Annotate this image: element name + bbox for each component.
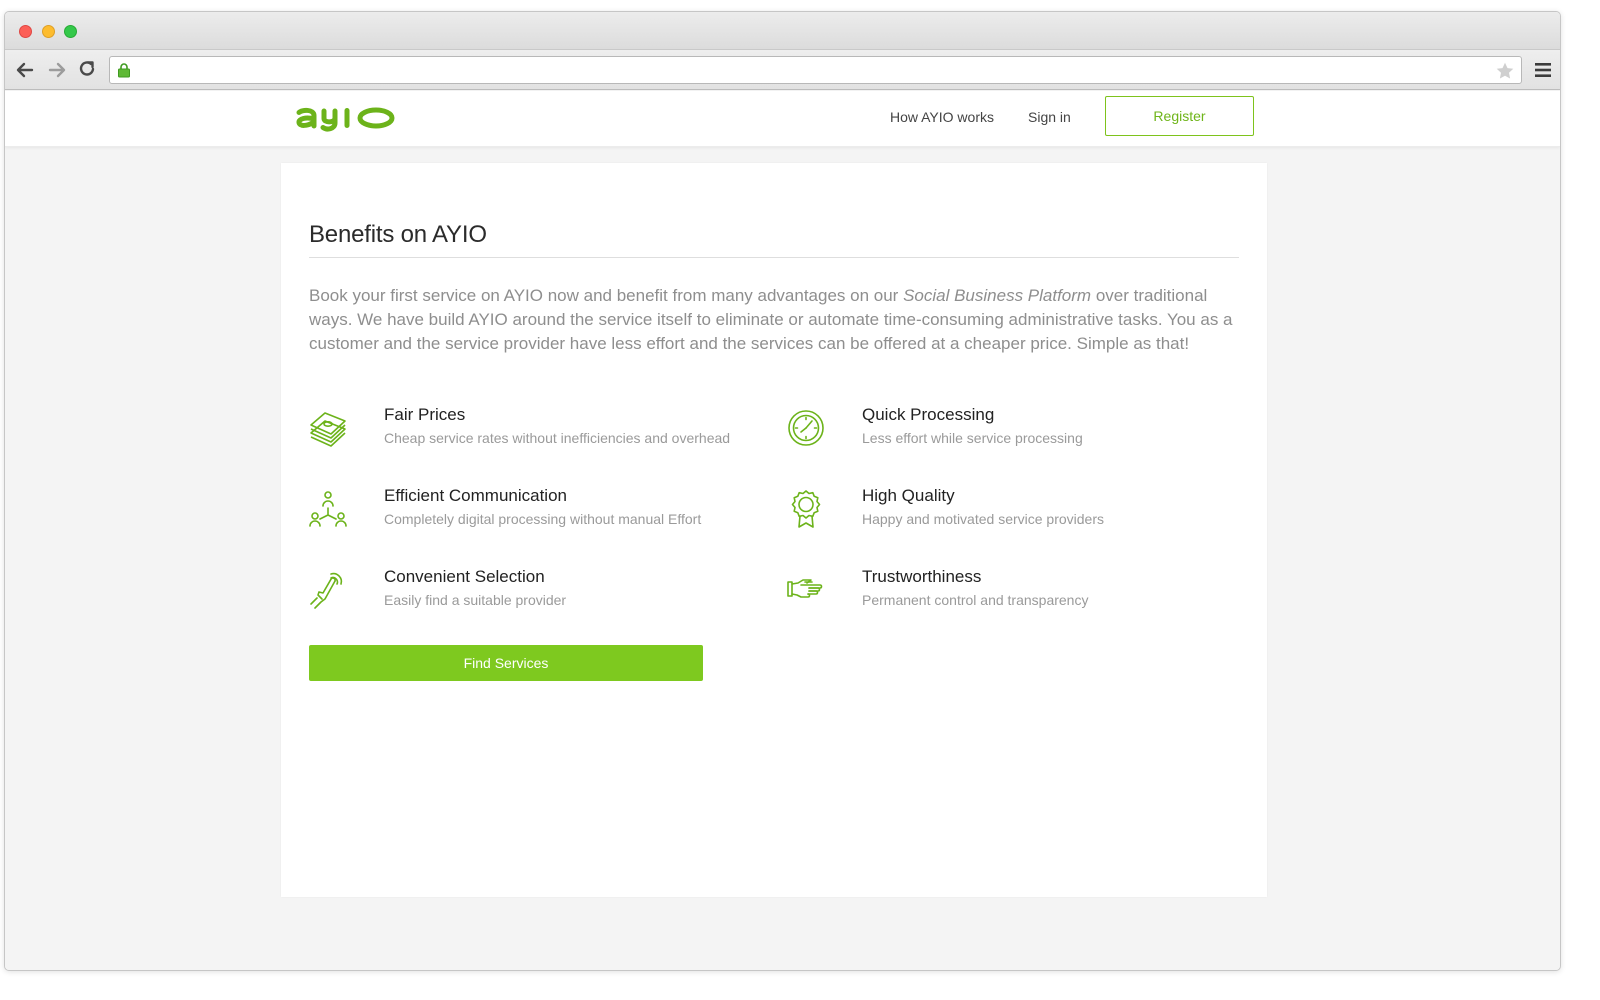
benefit-title: Convenient Selection <box>384 567 545 586</box>
clock-icon <box>787 409 825 447</box>
benefit-description: Easily find a suitable provider <box>384 592 567 608</box>
ayio-logo[interactable] <box>294 102 400 132</box>
award-badge-icon <box>787 490 825 528</box>
minimize-window-button[interactable] <box>42 25 55 38</box>
benefit-title: High Quality <box>862 486 955 505</box>
address-bar[interactable] <box>109 56 1522 84</box>
benefit-efficient-communication: Efficient Communication Completely digit… <box>309 486 749 546</box>
register-button[interactable]: Register <box>1105 96 1254 136</box>
handshake-icon <box>787 571 825 609</box>
bookmark-star-icon[interactable] <box>1495 61 1515 81</box>
benefit-convenient-selection: Convenient Selection Easily find a suita… <box>309 567 749 627</box>
browser-titlebar <box>5 12 1560 50</box>
nav-sign-in-link[interactable]: Sign in <box>1028 109 1071 125</box>
benefit-high-quality: High Quality Happy and motivated service… <box>787 486 1227 546</box>
benefit-description: Permanent control and transparency <box>862 592 1089 608</box>
arrow-left-icon <box>16 62 34 78</box>
benefit-description: Less effort while service processing <box>862 430 1083 446</box>
nav-how-ayio-works-link[interactable]: How AYIO works <box>890 109 994 125</box>
touch-finger-icon <box>309 571 347 609</box>
intro-text-emphasis: Social Business Platform <box>903 286 1092 305</box>
find-services-button[interactable]: Find Services <box>309 645 703 681</box>
benefit-trustworthiness: Trustworthiness Permanent control and tr… <box>787 567 1227 627</box>
arrow-right-icon <box>48 62 66 78</box>
people-network-icon <box>309 490 347 528</box>
benefits-card: Benefits on AYIO Book your first service… <box>281 163 1267 897</box>
reload-icon <box>79 61 95 76</box>
benefit-title: Quick Processing <box>862 405 995 424</box>
browser-window: How AYIO works Sign in Register Benefits… <box>4 11 1561 971</box>
lock-icon <box>118 63 130 78</box>
intro-text-before: Book your first service on AYIO now and … <box>309 286 904 305</box>
benefit-fair-prices: Fair Prices Cheap service rates without … <box>309 405 749 465</box>
close-window-button[interactable] <box>19 25 32 38</box>
page-title: Benefits on AYIO <box>309 221 487 248</box>
intro-paragraph: Book your first service on AYIO now and … <box>309 284 1244 356</box>
forward-button[interactable] <box>45 58 69 82</box>
benefit-description: Cheap service rates without inefficienci… <box>384 430 731 446</box>
money-stack-icon <box>309 409 347 447</box>
title-divider <box>309 257 1239 258</box>
benefit-title: Efficient Communication <box>384 486 567 505</box>
browser-toolbar <box>5 50 1560 90</box>
site-header: How AYIO works Sign in Register <box>5 91 1560 147</box>
maximize-window-button[interactable] <box>64 25 77 38</box>
hamburger-menu-icon[interactable] <box>1534 61 1552 79</box>
benefit-quick-processing: Quick Processing Less effort while servi… <box>787 405 1227 465</box>
benefit-description: Happy and motivated service providers <box>862 511 1105 527</box>
reload-button[interactable] <box>75 58 99 82</box>
benefit-title: Fair Prices <box>384 405 466 424</box>
benefit-title: Trustworthiness <box>862 567 982 586</box>
back-button[interactable] <box>13 58 37 82</box>
page-content: How AYIO works Sign in Register Benefits… <box>5 91 1560 970</box>
benefit-description: Completely digital processing without ma… <box>384 511 702 527</box>
